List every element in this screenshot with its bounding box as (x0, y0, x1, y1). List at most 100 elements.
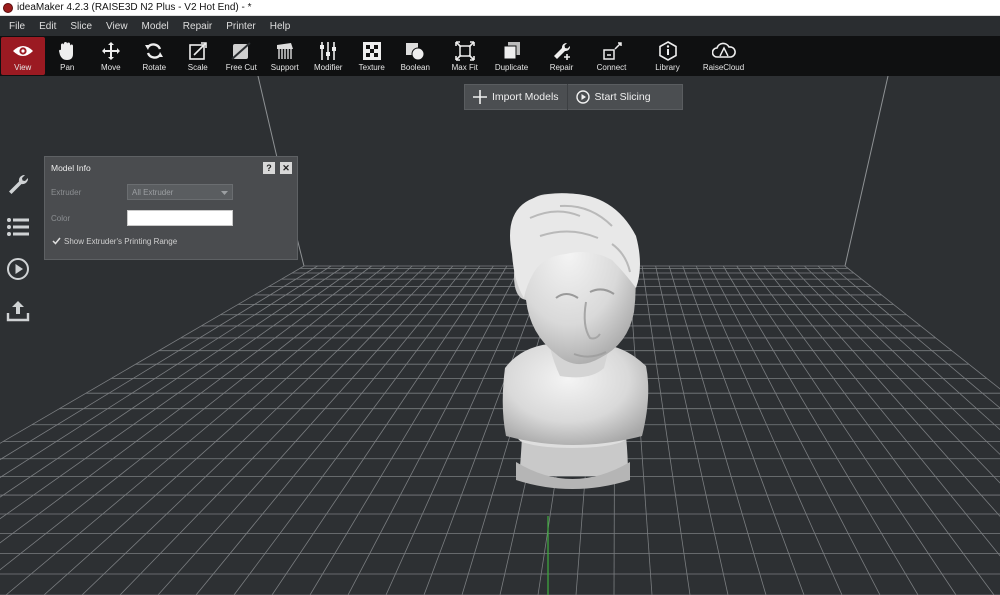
connect-icon (600, 40, 624, 62)
action-bar: Import Models Start Slicing (464, 84, 683, 110)
tool-texture[interactable]: Texture (350, 36, 394, 76)
grid-line-vertical (722, 265, 919, 595)
tool-modifier-label: Modifier (314, 63, 343, 72)
3d-viewport[interactable] (0, 76, 1000, 595)
repair-icon (550, 40, 574, 62)
tool-move-label: Move (100, 63, 121, 72)
side-tool-model-info[interactable] (0, 166, 36, 208)
tool-library[interactable]: Library (643, 36, 693, 76)
help-button[interactable]: ? (263, 162, 275, 174)
tool-support-label: Support (270, 63, 299, 72)
extruder-row: Extruder All Extruder (45, 179, 297, 205)
menu-model[interactable]: Model (135, 21, 176, 32)
tool-modifier[interactable]: Modifier (307, 36, 351, 76)
import-models-button[interactable]: Import Models (465, 85, 567, 109)
tool-free-cut[interactable]: Free Cut (220, 36, 264, 76)
support-icon (273, 40, 297, 62)
model-info-title: Model Info (51, 163, 91, 173)
grid-line-vertical (655, 265, 729, 595)
tool-rotate[interactable]: Rotate (133, 36, 177, 76)
extruder-label: Extruder (51, 187, 82, 197)
tool-raisecloud-label: RaiseCloud (702, 63, 745, 72)
tool-scale[interactable]: Scale (176, 36, 220, 76)
menu-help[interactable]: Help (263, 21, 298, 32)
play-circle-icon (575, 90, 590, 104)
color-row: Color (45, 205, 297, 231)
title-bar: ideaMaker 4.2.3 (RAISE3D N2 Plus - V2 Ho… (0, 0, 1000, 16)
menu-slice[interactable]: Slice (63, 21, 99, 32)
grid-line-vertical (641, 265, 691, 595)
grid-line-vertical (682, 265, 805, 595)
duplicate-icon (500, 40, 524, 62)
grid-line-vertical (750, 265, 995, 595)
main-toolbar: View Pan Move Rotate Scale Free Cut Supp… (0, 36, 1000, 76)
start-slicing-label: Start Slicing (594, 91, 651, 103)
tool-raisecloud[interactable]: RaiseCloud (699, 36, 749, 76)
tool-boolean-label: Boolean (400, 63, 430, 72)
tool-pan[interactable]: Pan (46, 36, 90, 76)
grid-line-vertical (0, 265, 372, 544)
tool-move[interactable]: Move (89, 36, 133, 76)
grid-line-vertical (817, 265, 1000, 431)
checkmark-icon[interactable] (51, 236, 61, 246)
library-icon (656, 40, 680, 62)
grid-line-vertical (695, 265, 843, 595)
import-models-label: Import Models (492, 91, 559, 103)
free-cut-icon (229, 40, 253, 62)
menu-view[interactable]: View (99, 21, 135, 32)
grid-line-vertical (844, 265, 1000, 390)
tool-pan-label: Pan (60, 63, 75, 72)
grid-line-vertical (709, 265, 881, 595)
texture-icon (360, 40, 384, 62)
grid-line-vertical (0, 265, 386, 571)
close-button[interactable]: ✕ (280, 162, 292, 174)
rotate-icon (142, 40, 166, 62)
side-tool-export[interactable] (0, 292, 36, 334)
build-plate-scene (0, 76, 1000, 595)
model-info-header: Model Info ? ✕ (45, 157, 297, 179)
tool-connect-label: Connect (596, 63, 627, 72)
side-tool-preview[interactable] (0, 250, 36, 292)
tool-connect[interactable]: Connect (587, 36, 637, 76)
grid-line-vertical (119, 265, 440, 595)
show-range-label: Show Extruder's Printing Range (64, 236, 178, 246)
menu-repair[interactable]: Repair (176, 21, 219, 32)
menu-file[interactable]: File (2, 21, 32, 32)
chevron-down-icon (221, 189, 228, 198)
tool-duplicate[interactable]: Duplicate (487, 36, 537, 76)
menu-bar: File Edit Slice View Model Repair Printe… (0, 16, 1000, 36)
color-swatch[interactable] (127, 210, 233, 226)
scale-icon (186, 40, 210, 62)
list-icon (6, 217, 30, 242)
menu-edit[interactable]: Edit (32, 21, 63, 32)
wrench-icon (6, 173, 30, 202)
app-logo-icon (3, 2, 13, 13)
window-title: ideaMaker 4.2.3 (RAISE3D N2 Plus - V2 Ho… (17, 2, 252, 13)
max-fit-icon (453, 40, 477, 62)
tool-duplicate-label: Duplicate (494, 63, 529, 72)
start-slicing-button[interactable]: Start Slicing (568, 85, 659, 109)
hand-icon (55, 40, 79, 62)
boolean-icon (403, 40, 427, 62)
tool-support[interactable]: Support (263, 36, 307, 76)
side-tool-model-list[interactable] (0, 208, 36, 250)
tool-max-fit[interactable]: Max Fit (443, 36, 487, 76)
grid-line-vertical (0, 265, 359, 520)
grid-line-vertical (0, 265, 345, 498)
grid-line-vertical (790, 265, 1000, 484)
extruder-select[interactable]: All Extruder (127, 184, 233, 200)
move-icon (99, 40, 123, 62)
tool-repair[interactable]: Repair (537, 36, 587, 76)
model-info-panel: Model Info ? ✕ Extruder All Extruder Col… (44, 156, 298, 260)
menu-printer[interactable]: Printer (219, 21, 262, 32)
tool-boolean[interactable]: Boolean (394, 36, 438, 76)
grid-line-vertical (736, 265, 957, 595)
tool-view-label: View (14, 63, 32, 72)
tool-free-cut-label: Free Cut (225, 63, 257, 72)
grid-line-vertical (0, 265, 305, 444)
show-range-row[interactable]: Show Extruder's Printing Range (45, 231, 297, 251)
grid-line-vertical (0, 265, 332, 478)
tool-library-label: Library (655, 63, 680, 72)
plus-icon (473, 90, 487, 104)
tool-view[interactable]: View (1, 37, 45, 75)
